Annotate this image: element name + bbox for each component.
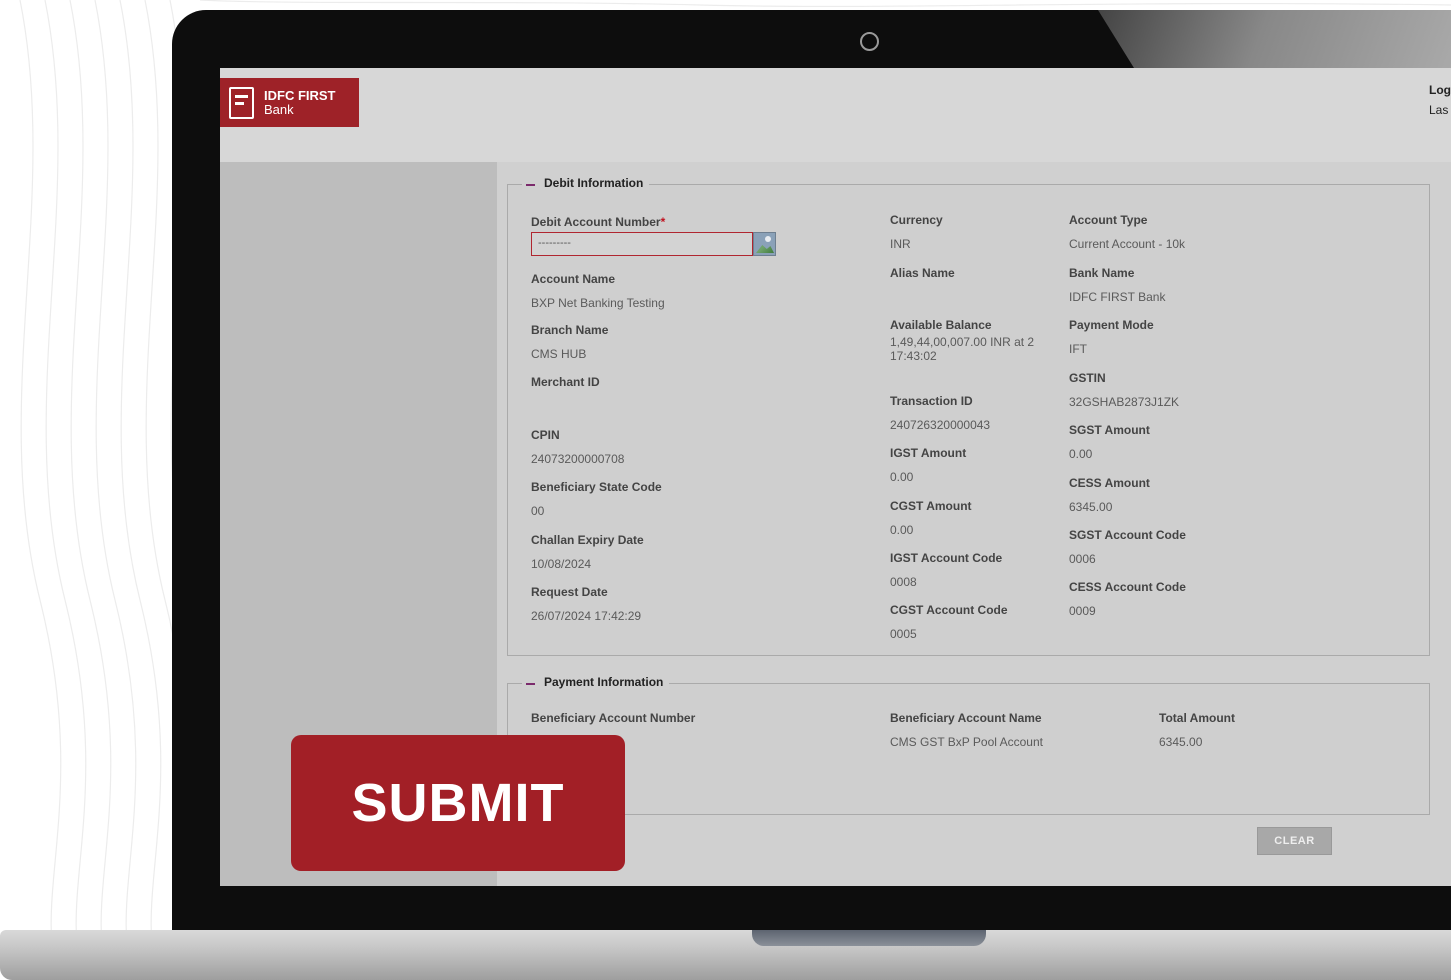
gstin-value: 32GSHAB2873J1ZK — [1069, 395, 1180, 409]
user-links: Log Las — [1429, 80, 1451, 120]
debit-information-section: Debit Information Debit Account Number* … — [507, 176, 1430, 656]
debit-account-label: Debit Account Number* — [531, 215, 665, 229]
igst-account-code-label: IGST Account Code — [890, 551, 1003, 565]
igst-amount-label: IGST Amount — [890, 446, 967, 460]
logo-text: IDFC FIRST Bank — [264, 87, 336, 117]
igst-account-code-value: 0008 — [890, 575, 917, 589]
logout-link[interactable]: Log — [1429, 80, 1451, 100]
cess-account-code-label: CESS Account Code — [1069, 580, 1186, 594]
payment-information-section: Payment Information Beneficiary Account … — [507, 675, 1430, 815]
sgst-account-code-label: SGST Account Code — [1069, 528, 1186, 542]
gstin-label: GSTIN — [1069, 371, 1106, 385]
webcam-icon — [860, 32, 879, 51]
sgst-account-code-value: 0006 — [1069, 552, 1096, 566]
payment-mode-value: IFT — [1069, 342, 1087, 356]
cgst-amount-label: CGST Amount — [890, 499, 972, 513]
required-mark: * — [660, 215, 666, 229]
branch-name-label: Branch Name — [531, 323, 609, 337]
challan-expiry-value: 10/08/2024 — [531, 557, 592, 571]
cess-amount-value: 6345.00 — [1069, 500, 1113, 514]
main-content: Debit Information Debit Account Number* … — [497, 162, 1451, 886]
alias-name-label: Alias Name — [890, 266, 955, 280]
submit-button[interactable]: SUBMIT — [291, 735, 625, 871]
cgst-account-code-label: CGST Account Code — [890, 603, 1008, 617]
currency-value: INR — [890, 237, 911, 251]
account-name-label: Account Name — [531, 272, 616, 286]
beneficiary-account-name-value: CMS GST BxP Pool Account — [890, 735, 1043, 749]
beneficiary-state-code-value: 00 — [531, 504, 545, 518]
logo-mark-icon — [229, 86, 254, 119]
bank-logo[interactable]: IDFC FIRST Bank — [220, 78, 359, 127]
cgst-account-code-value: 0005 — [890, 627, 917, 641]
debit-account-input[interactable]: --------- — [531, 232, 753, 256]
cgst-amount-value: 0.00 — [890, 523, 914, 537]
account-type-label: Account Type — [1069, 213, 1148, 227]
payment-information-legend[interactable]: Payment Information — [522, 675, 670, 690]
cess-amount-label: CESS Amount — [1069, 476, 1150, 490]
last-login-text: Las — [1429, 103, 1449, 117]
debit-information-legend[interactable]: Debit Information — [522, 176, 650, 191]
logo-line1: IDFC FIRST — [264, 87, 336, 103]
payment-mode-label: Payment Mode — [1069, 318, 1154, 332]
branch-name-value: CMS HUB — [531, 347, 587, 361]
total-amount-label: Total Amount — [1159, 711, 1235, 725]
clear-button[interactable]: CLEAR — [1257, 827, 1332, 855]
available-balance-value: 1,49,44,00,007.00 INR at 2 17:43:02 — [890, 335, 1060, 363]
account-name-value: BXP Net Banking Testing — [531, 296, 665, 310]
laptop-notch — [752, 930, 986, 946]
collapse-icon[interactable] — [526, 680, 536, 690]
total-amount-value: 6345.00 — [1159, 735, 1203, 749]
bank-name-label: Bank Name — [1069, 266, 1135, 280]
challan-expiry-label: Challan Expiry Date — [531, 533, 644, 547]
transaction-id-value: 240726320000043 — [890, 418, 991, 432]
account-lookup-icon[interactable] — [753, 232, 776, 256]
sgst-amount-value: 0.00 — [1069, 447, 1093, 461]
account-type-value: Current Account - 10k — [1069, 237, 1186, 251]
igst-amount-value: 0.00 — [890, 470, 914, 484]
collapse-icon[interactable] — [526, 181, 536, 191]
sgst-amount-label: SGST Amount — [1069, 423, 1150, 437]
available-balance-line2: 17:43:02 — [890, 349, 937, 363]
cpin-value: 24073200000708 — [531, 452, 625, 466]
beneficiary-state-code-label: Beneficiary State Code — [531, 480, 662, 494]
available-balance-line1: 1,49,44,00,007.00 INR at 2 — [890, 335, 1035, 349]
logo-line2: Bank — [264, 101, 294, 117]
cpin-label: CPIN — [531, 428, 560, 442]
request-date-label: Request Date — [531, 585, 608, 599]
laptop-lid-reflection — [1098, 10, 1451, 68]
currency-label: Currency — [890, 213, 943, 227]
header-bar: IDFC FIRST Bank Log Las — [220, 68, 1451, 162]
beneficiary-account-number-label: Beneficiary Account Number — [531, 711, 696, 725]
request-date-value: 26/07/2024 17:42:29 — [531, 609, 642, 623]
transaction-id-label: Transaction ID — [890, 394, 973, 408]
merchant-id-label: Merchant ID — [531, 375, 600, 389]
available-balance-label: Available Balance — [890, 318, 992, 332]
debit-information-title: Debit Information — [544, 176, 644, 190]
debit-account-label-text: Debit Account Number — [531, 215, 661, 229]
laptop-base — [0, 930, 1451, 980]
cess-account-code-value: 0009 — [1069, 604, 1096, 618]
bank-name-value: IDFC FIRST Bank — [1069, 290, 1166, 304]
payment-information-title: Payment Information — [544, 675, 664, 689]
beneficiary-account-name-label: Beneficiary Account Name — [890, 711, 1042, 725]
